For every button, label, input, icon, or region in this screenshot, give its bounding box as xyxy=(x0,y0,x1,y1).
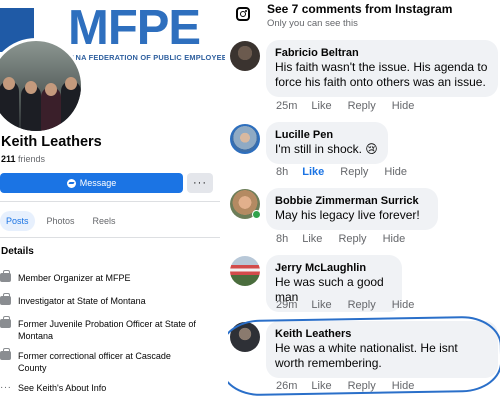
comments-panel: See 7 comments from Instagram Only you c… xyxy=(228,0,500,397)
comment-actions: 8h Like Reply Hide xyxy=(276,233,421,245)
see-about-info-link[interactable]: ··· See Keith's About Info xyxy=(0,382,218,394)
reply-button[interactable]: Reply xyxy=(340,166,368,178)
avatar[interactable] xyxy=(230,41,260,71)
avatar[interactable] xyxy=(230,124,260,154)
comment-timestamp[interactable]: 29m xyxy=(276,299,297,311)
reply-button[interactable]: Reply xyxy=(348,100,376,112)
details-heading: Details xyxy=(1,246,34,257)
comment-bubble: Keith Leathers He was a white nationalis… xyxy=(266,321,498,378)
detail-text: Former Juvenile Probation Officer at Sta… xyxy=(18,319,196,341)
online-status-indicator xyxy=(252,210,261,219)
detail-item-work-3: Former Juvenile Probation Officer at Sta… xyxy=(0,316,213,342)
message-button-label: Message xyxy=(79,178,117,188)
more-options-button[interactable]: ··· xyxy=(187,173,213,193)
detail-text: Member Organizer at MFPE xyxy=(18,273,131,283)
comment-timestamp[interactable]: 26m xyxy=(276,380,297,392)
comment-text: He was a white nationalist. He isnt wort… xyxy=(275,341,458,370)
hide-button[interactable]: Hide xyxy=(384,166,407,178)
comment-author[interactable]: Jerry McLaughlin xyxy=(275,261,393,275)
friends-label: friends xyxy=(18,154,46,164)
like-button[interactable]: Like xyxy=(311,380,331,392)
comment-text: His faith wasn't the issue. His agenda t… xyxy=(275,60,488,89)
friends-count[interactable]: 211 friends xyxy=(1,154,45,164)
comment-bubble: Lucille Pen I'm still in shock. 😢 xyxy=(266,122,388,164)
reply-button[interactable]: Reply xyxy=(338,233,366,245)
comment-actions: 8h Like Reply Hide xyxy=(276,166,423,178)
profile-tabs: Posts Photos Reels xyxy=(0,210,128,232)
comment-actions: 26m Like Reply Hide xyxy=(276,380,430,392)
comment-text: I'm still in shock. 😢 xyxy=(275,142,378,156)
like-button[interactable]: Like xyxy=(311,100,331,112)
comment-author[interactable]: Lucille Pen xyxy=(275,128,379,142)
hide-button[interactable]: Hide xyxy=(392,380,415,392)
more-dots-icon: ··· xyxy=(193,177,207,189)
comment-actions: 25m Like Reply Hide xyxy=(276,100,430,112)
briefcase-icon xyxy=(0,293,11,305)
comments-header-subtitle: Only you can see this xyxy=(267,18,358,29)
comment-actions: 29m Like Reply Hide xyxy=(276,299,430,311)
detail-text: Former correctional officer at Cascade C… xyxy=(18,351,171,373)
friends-number: 211 xyxy=(1,154,16,164)
divider xyxy=(0,201,220,202)
tab-posts[interactable]: Posts xyxy=(0,211,35,231)
like-button[interactable]: Like xyxy=(311,299,331,311)
comment-timestamp[interactable]: 25m xyxy=(276,100,297,112)
cover-logo-text: MFPE xyxy=(68,1,201,55)
profile-panel: MFPE MONTANA FEDERATION OF PUBLIC EMPLOY… xyxy=(0,0,225,397)
briefcase-icon xyxy=(0,348,11,360)
briefcase-icon xyxy=(0,316,11,328)
detail-item-work-1: Member Organizer at MFPE xyxy=(0,270,218,284)
comment-author[interactable]: Fabricio Beltran xyxy=(275,46,489,60)
like-button[interactable]: Like xyxy=(302,233,322,245)
tab-photos[interactable]: Photos xyxy=(41,211,81,231)
comment-author[interactable]: Bobbie Zimmerman Surrick xyxy=(275,194,429,208)
comments-header-title[interactable]: See 7 comments from Instagram xyxy=(267,2,452,16)
comment-timestamp[interactable]: 8h xyxy=(276,233,288,245)
messenger-icon xyxy=(66,178,76,188)
comment-bubble: Bobbie Zimmerman Surrick May his legacy … xyxy=(266,188,438,230)
detail-item-work-4: Former correctional officer at Cascade C… xyxy=(0,348,188,374)
detail-item-work-2: Investigator at State of Montana xyxy=(0,293,218,307)
comment-text: May his legacy live forever! xyxy=(275,208,420,222)
like-button[interactable]: Like xyxy=(302,166,324,178)
reply-button[interactable]: Reply xyxy=(348,380,376,392)
instagram-icon xyxy=(236,7,250,21)
hide-button[interactable]: Hide xyxy=(392,299,415,311)
profile-name: Keith Leathers xyxy=(1,134,102,150)
message-button[interactable]: Message xyxy=(0,173,183,193)
divider xyxy=(0,237,220,238)
comment-timestamp[interactable]: 8h xyxy=(276,166,288,178)
detail-text: See Keith's About Info xyxy=(18,383,107,393)
detail-text: Investigator at State of Montana xyxy=(18,296,146,306)
avatar[interactable] xyxy=(230,256,260,286)
hide-button[interactable]: Hide xyxy=(383,233,406,245)
comment-bubble: Fabricio Beltran His faith wasn't the is… xyxy=(266,40,498,97)
hide-button[interactable]: Hide xyxy=(392,100,415,112)
reply-button[interactable]: Reply xyxy=(348,299,376,311)
avatar[interactable] xyxy=(230,322,260,352)
briefcase-icon xyxy=(0,270,11,282)
more-dots-icon: ··· xyxy=(0,382,12,393)
comment-author[interactable]: Keith Leathers xyxy=(275,327,489,341)
tab-reels[interactable]: Reels xyxy=(87,211,122,231)
